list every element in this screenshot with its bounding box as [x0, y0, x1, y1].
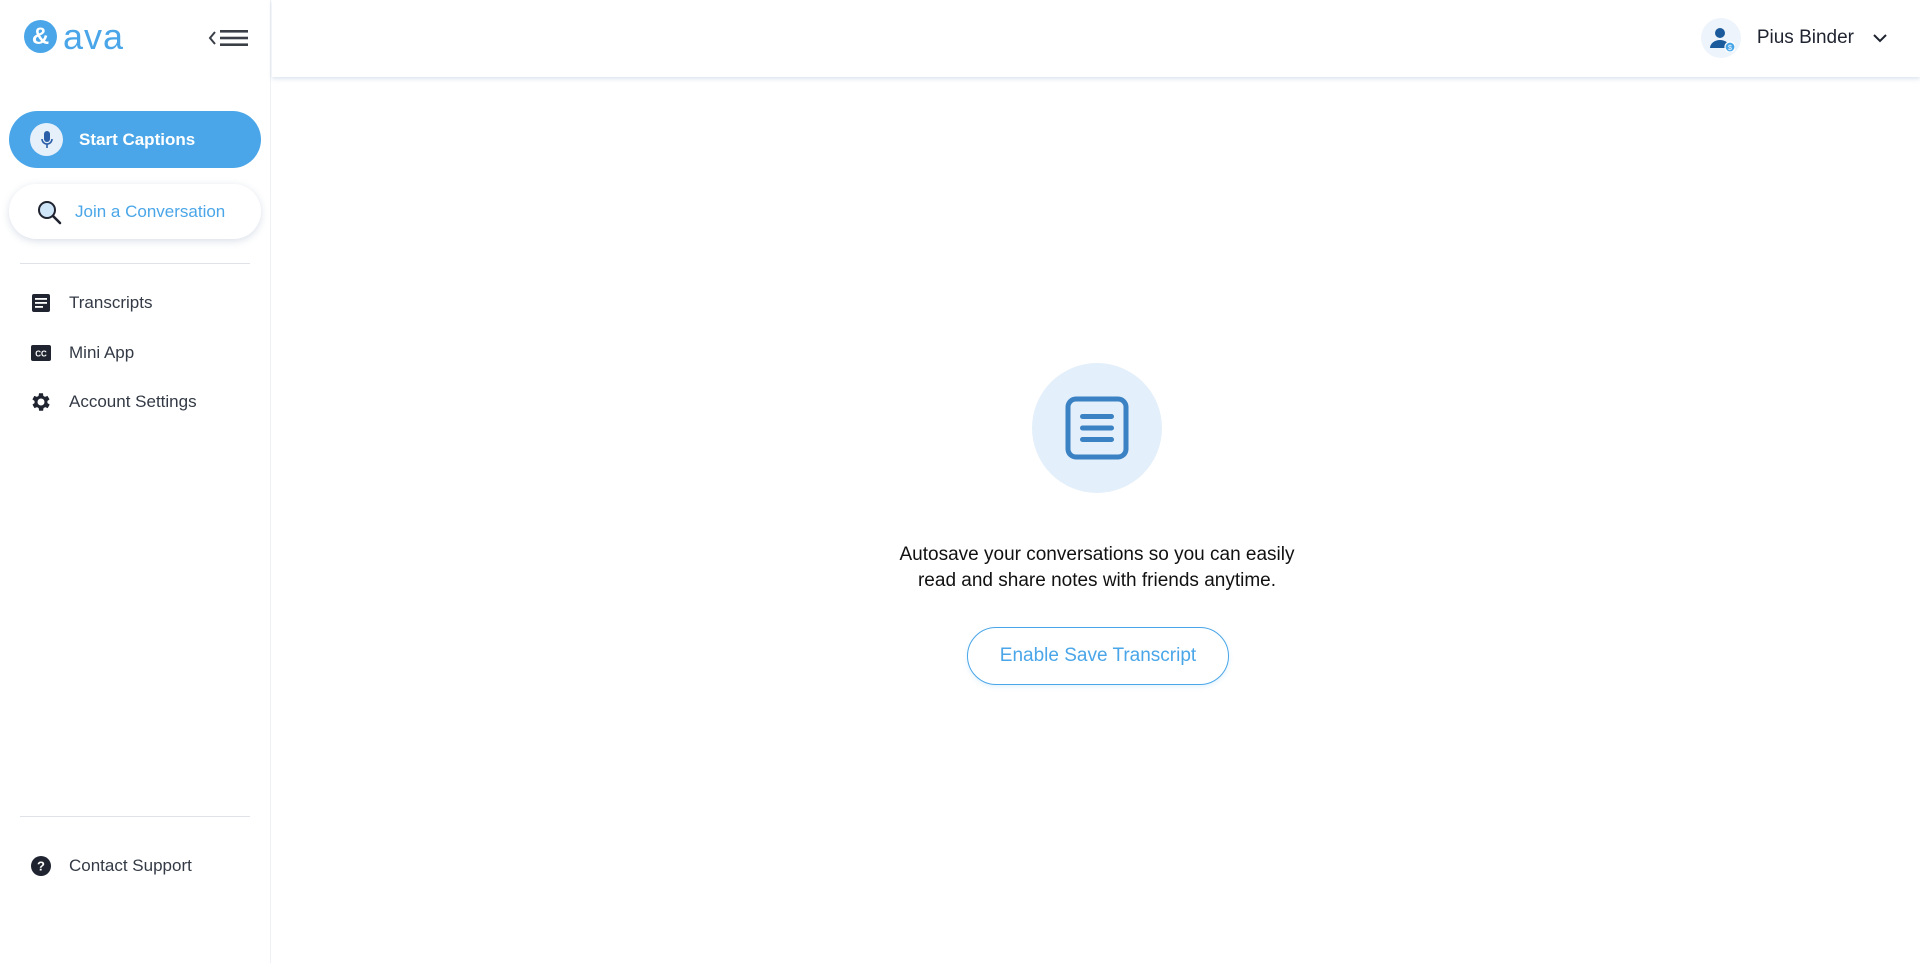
logo-text: ava — [63, 16, 125, 57]
sidebar: & ava Start Captions Join a Conversation… — [0, 0, 271, 963]
enable-save-transcript-button[interactable]: Enable Save Transcript — [967, 627, 1229, 685]
app: & ava Start Captions Join a Conversation… — [0, 0, 1920, 963]
svg-text:?: ? — [37, 859, 45, 874]
closed-caption-icon: CC — [28, 341, 53, 366]
empty-state-line-2: read and share notes with friends anytim… — [917, 570, 1277, 591]
transcript-illustration-icon — [1032, 363, 1162, 493]
contact-support-link[interactable]: ? Contact Support — [28, 852, 192, 880]
start-captions-button[interactable]: Start Captions — [9, 111, 261, 168]
join-conversation-label: Join a Conversation — [75, 201, 226, 221]
sidebar-item-label: Transcripts — [69, 293, 153, 312]
user-name: Pius Binder — [1756, 27, 1854, 48]
sidebar-item-mini-app[interactable]: CC Mini App — [28, 339, 134, 367]
menu-collapse-icon — [208, 30, 248, 46]
divider — [20, 816, 250, 817]
svg-text:CC: CC — [35, 350, 47, 359]
divider — [20, 263, 250, 264]
contact-support-label: Contact Support — [69, 856, 192, 875]
gear-icon — [28, 390, 53, 415]
sidebar-item-label: Mini App — [69, 343, 135, 362]
microphone-icon — [30, 123, 63, 156]
user-menu[interactable]: $ Pius Binder — [1700, 18, 1888, 58]
empty-state-message: Autosave your conversations so you can e… — [797, 542, 1397, 594]
start-captions-label: Start Captions — [79, 129, 196, 149]
empty-state-line-1: Autosave your conversations so you can e… — [899, 544, 1295, 565]
sidebar-item-account-settings[interactable]: Account Settings — [28, 388, 197, 416]
chevron-down-icon — [1872, 30, 1888, 46]
user-avatar-icon: $ — [1700, 18, 1741, 58]
transcript-icon — [28, 291, 53, 316]
help-icon: ? — [28, 854, 53, 879]
transcripts-empty-state: Autosave your conversations so you can e… — [272, 77, 1920, 963]
sidebar-item-transcripts[interactable]: Transcripts — [28, 289, 152, 317]
ava-logo[interactable]: & ava — [24, 16, 125, 57]
svg-text:$: $ — [1728, 45, 1732, 52]
top-header: $ Pius Binder — [272, 0, 1920, 77]
sidebar-item-label: Account Settings — [69, 392, 197, 411]
collapse-sidebar-button[interactable] — [208, 26, 250, 50]
search-icon — [35, 198, 63, 226]
join-conversation-button[interactable]: Join a Conversation — [9, 184, 261, 239]
logo-mark: & — [24, 20, 57, 53]
